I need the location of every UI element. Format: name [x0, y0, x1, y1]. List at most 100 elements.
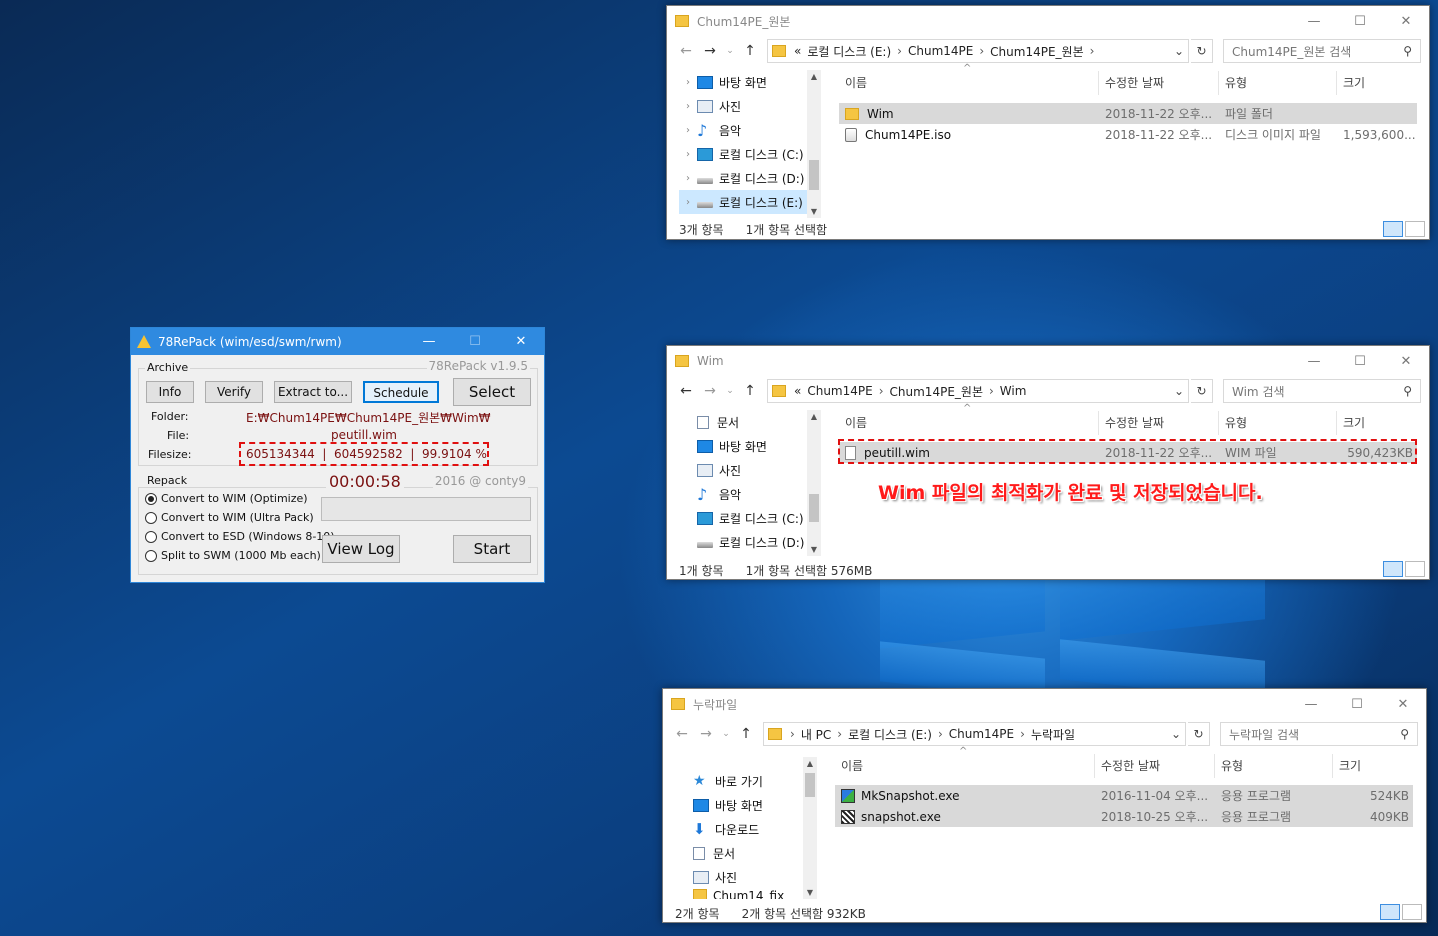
column-type[interactable]: 유형: [1215, 754, 1333, 778]
forward-arrow-icon[interactable]: →: [699, 43, 721, 59]
verify-button[interactable]: Verify: [205, 381, 263, 403]
column-date[interactable]: 수정한 날짜: [1099, 411, 1219, 435]
tree-item-music[interactable]: › ♪ 음악: [679, 118, 819, 142]
option-esd[interactable]: Convert to ESD (Windows 8-10): [145, 530, 335, 543]
tree-item-documents[interactable]: 문서✦: [675, 841, 815, 865]
chevron-down-icon[interactable]: ⌄: [1171, 727, 1181, 741]
breadcrumb-item[interactable]: Chum14PE: [807, 384, 872, 398]
close-button[interactable]: ✕: [1383, 354, 1429, 369]
breadcrumb-item[interactable]: Chum14PE: [908, 44, 973, 58]
back-arrow-icon[interactable]: ←: [675, 383, 697, 399]
up-arrow-icon[interactable]: ↑: [735, 726, 757, 742]
tree-item-drive-c[interactable]: › 로컬 디스크 (C:): [679, 142, 819, 166]
breadcrumb-item[interactable]: Wim: [1000, 384, 1027, 398]
tree-item-desktop[interactable]: 바탕 화면✦: [675, 793, 815, 817]
file-row[interactable]: Wim 2018-11-22 오후... 파일 폴더: [839, 103, 1417, 124]
column-date[interactable]: 수정한 날짜: [1095, 754, 1215, 778]
column-name[interactable]: 이름: [839, 71, 1099, 95]
title-bar[interactable]: 누락파일 — ☐ ✕: [663, 689, 1426, 719]
chevron-down-icon[interactable]: ⌄: [1174, 384, 1184, 398]
chevron-down-icon[interactable]: ⌄: [1174, 44, 1184, 58]
back-arrow-icon[interactable]: ←: [675, 43, 697, 59]
tree-item-desktop[interactable]: 바탕 화면: [679, 434, 819, 458]
refresh-icon[interactable]: ↻: [1191, 379, 1213, 403]
scroll-up-icon[interactable]: ▲: [803, 759, 817, 768]
refresh-icon[interactable]: ↻: [1191, 39, 1213, 63]
start-button[interactable]: Start: [453, 535, 531, 563]
address-bar[interactable]: « Chum14PE › Chum14PE_원본 › Wim ⌄: [767, 379, 1189, 403]
search-input[interactable]: Chum14PE_원본 검색 ⚲: [1223, 39, 1421, 63]
tree-item-drive-c[interactable]: 로컬 디스크 (C:): [679, 506, 819, 530]
column-date[interactable]: 수정한 날짜: [1099, 71, 1219, 95]
select-button[interactable]: Select: [453, 378, 531, 406]
maximize-button[interactable]: ☐: [1337, 14, 1383, 29]
maximize-button[interactable]: ☐: [1334, 697, 1380, 712]
breadcrumb-item[interactable]: 로컬 디스크 (E:): [848, 726, 932, 743]
large-icons-view-icon[interactable]: [1405, 561, 1425, 577]
tree-item-quick-access[interactable]: ★ 바로 가기: [675, 769, 815, 793]
tree-scrollbar[interactable]: ▲ ▼: [803, 757, 817, 899]
refresh-icon[interactable]: ↻: [1188, 722, 1210, 746]
tree-item-documents[interactable]: 문서: [679, 410, 819, 434]
file-row[interactable]: Chum14PE.iso 2018-11-22 오후... 디스크 이미지 파일…: [839, 124, 1417, 145]
large-icons-view-icon[interactable]: [1402, 904, 1422, 920]
info-button[interactable]: Info: [146, 381, 194, 403]
breadcrumb-item[interactable]: 내 PC: [801, 726, 831, 743]
scroll-up-icon[interactable]: ▲: [807, 72, 821, 81]
minimize-button[interactable]: —: [1291, 14, 1337, 29]
up-arrow-icon[interactable]: ↑: [739, 43, 761, 59]
breadcrumb-item[interactable]: Chum14PE_원본: [890, 383, 983, 400]
view-log-button[interactable]: View Log: [322, 535, 400, 563]
scroll-down-icon[interactable]: ▼: [807, 207, 821, 216]
title-bar[interactable]: Wim — ☐ ✕: [667, 346, 1429, 376]
back-arrow-icon[interactable]: ←: [671, 726, 693, 742]
tree-item-desktop[interactable]: › 바탕 화면: [679, 70, 819, 94]
tree-item-drive-d[interactable]: › 로컬 디스크 (D:): [679, 166, 819, 190]
breadcrumb-item[interactable]: Chum14PE_원본: [990, 43, 1083, 60]
option-wim-ultra[interactable]: Convert to WIM (Ultra Pack): [145, 511, 314, 524]
file-row[interactable]: snapshot.exe 2018-10-25 오후... 응용 프로그램 40…: [835, 806, 1413, 827]
column-name[interactable]: 이름: [839, 411, 1099, 435]
recent-chevron-icon[interactable]: ⌄: [723, 46, 737, 56]
minimize-button[interactable]: —: [1288, 697, 1334, 712]
column-size[interactable]: 크기: [1337, 411, 1417, 435]
close-button[interactable]: ✕: [498, 334, 544, 349]
recent-chevron-icon[interactable]: ⌄: [719, 729, 733, 739]
option-swm-split[interactable]: Split to SWM (1000 Mb each): [145, 549, 321, 562]
breadcrumb-item[interactable]: Chum14PE: [949, 727, 1014, 741]
scroll-thumb[interactable]: [809, 494, 819, 522]
schedule-button[interactable]: Schedule: [363, 381, 439, 403]
title-bar[interactable]: Chum14PE_원본 — ☐ ✕: [667, 6, 1429, 36]
tree-item-pictures[interactable]: › 사진: [679, 94, 819, 118]
minimize-button[interactable]: —: [406, 334, 452, 349]
title-bar[interactable]: 78RePack (wim/esd/swm/rwm) — ☐ ✕: [131, 328, 544, 355]
forward-arrow-icon[interactable]: →: [699, 383, 721, 399]
scroll-up-icon[interactable]: ▲: [807, 412, 821, 421]
search-input[interactable]: 누락파일 검색 ⚲: [1220, 722, 1418, 746]
scroll-thumb[interactable]: [809, 160, 819, 190]
forward-arrow-icon[interactable]: →: [695, 726, 717, 742]
minimize-button[interactable]: —: [1291, 354, 1337, 369]
address-bar[interactable]: « 로컬 디스크 (E:) › Chum14PE › Chum14PE_원본 › ⌄: [767, 39, 1189, 63]
maximize-button[interactable]: ☐: [1337, 354, 1383, 369]
tree-scrollbar[interactable]: ▲ ▼: [807, 70, 821, 218]
tree-item-pictures[interactable]: 사진: [679, 458, 819, 482]
column-type[interactable]: 유형: [1219, 71, 1337, 95]
scroll-down-icon[interactable]: ▼: [807, 545, 821, 554]
address-bar[interactable]: › 내 PC › 로컬 디스크 (E:) › Chum14PE › 누락파일 ⌄: [763, 722, 1186, 746]
tree-item-downloads[interactable]: ⬇다운로드✦: [675, 817, 815, 841]
column-name[interactable]: 이름: [835, 754, 1095, 778]
large-icons-view-icon[interactable]: [1405, 221, 1425, 237]
search-input[interactable]: Wim 검색 ⚲: [1223, 379, 1421, 403]
column-size[interactable]: 크기: [1337, 71, 1417, 95]
breadcrumb-item[interactable]: 누락파일: [1031, 726, 1075, 743]
tree-scrollbar[interactable]: ▲ ▼: [807, 410, 821, 556]
recent-chevron-icon[interactable]: ⌄: [723, 386, 737, 396]
tree-item-drive-e[interactable]: › 로컬 디스크 (E:): [679, 190, 819, 214]
tree-item-music[interactable]: ♪ 음악: [679, 482, 819, 506]
close-button[interactable]: ✕: [1380, 697, 1426, 712]
tree-item-folder[interactable]: Chum14_fix: [675, 889, 815, 899]
tree-item-pictures[interactable]: 사진✦: [675, 865, 815, 889]
file-row[interactable]: MkSnapshot.exe 2016-11-04 오후... 응용 프로그램 …: [835, 785, 1413, 806]
option-wim-optimize[interactable]: Convert to WIM (Optimize): [145, 492, 308, 505]
